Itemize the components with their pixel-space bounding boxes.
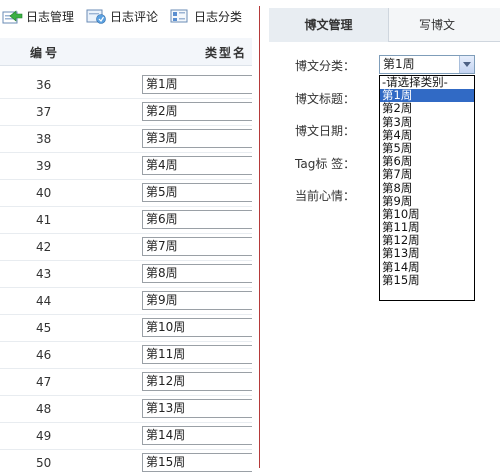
row-number: 44: [36, 294, 52, 308]
blog-editor-panel: 博文管理 写博文 博文分类： 博文标题： 博文日期： Tag标 签： 当前心情：…: [269, 0, 500, 476]
dropdown-option[interactable]: 第15周: [380, 273, 474, 287]
row-number: 39: [36, 159, 52, 173]
row-number: 38: [36, 132, 52, 146]
type-name-input[interactable]: 第8周: [142, 264, 252, 283]
table-row: 36 第1周: [0, 72, 252, 99]
category-table-body: 36 第1周 37 第2周 38 第3周 39 第4周 40 第5周 41 第6周 42 第7周 43 第8周…: [0, 72, 252, 476]
log-comment-icon: [86, 9, 106, 24]
type-name-input[interactable]: 第15周: [142, 453, 252, 472]
log-comment-label: 日志评论: [110, 9, 159, 24]
type-name-input[interactable]: 第14周: [142, 426, 252, 445]
tag-label: Tag标 签：: [295, 157, 356, 171]
log-admin-panel: 日志管理 日志评论 日志分类 编号 类型名 36 第1周 37 第2周 38 第…: [0, 0, 252, 476]
type-name-input[interactable]: 第13周: [142, 399, 252, 418]
table-row: 40 第5周: [0, 180, 252, 207]
date-label: 博文日期：: [295, 124, 356, 138]
table-row: 37 第2周: [0, 99, 252, 126]
table-row: 46 第11周: [0, 342, 252, 369]
table-row: 45 第10周: [0, 315, 252, 342]
table-row: 44 第9周: [0, 288, 252, 315]
log-category-button[interactable]: 日志分类: [170, 7, 242, 25]
row-number: 40: [36, 186, 52, 200]
column-header-number: 编号: [30, 46, 61, 60]
type-name-input[interactable]: 第7周: [142, 237, 252, 256]
dropdown-option[interactable]: 第4周: [380, 128, 474, 142]
row-number: 49: [36, 429, 52, 443]
table-row: 42 第7周: [0, 234, 252, 261]
type-name-input[interactable]: 第10周: [142, 318, 252, 337]
dropdown-option[interactable]: 第13周: [380, 247, 474, 260]
type-name-input[interactable]: 第5周: [142, 183, 252, 202]
table-header: 编号 类型名: [0, 38, 252, 66]
row-number: 41: [36, 213, 52, 227]
dropdown-option[interactable]: 第9周: [380, 194, 474, 208]
type-name-input[interactable]: 第3周: [142, 129, 252, 148]
tab-write-blog[interactable]: 写博文: [419, 8, 500, 42]
type-name-input[interactable]: 第6周: [142, 210, 252, 229]
category-select[interactable]: 第1周: [379, 55, 475, 74]
dropdown-option[interactable]: 第14周: [380, 260, 474, 274]
admin-toolbar: 日志管理 日志评论 日志分类: [0, 0, 252, 34]
tab-blog-manage[interactable]: 博文管理: [269, 8, 389, 42]
type-name-input[interactable]: 第12周: [142, 372, 252, 391]
category-dropdown-list[interactable]: -请选择类别- 第1周 第2周 第3周 第4周 第5周 第6周 第7周 第8周 第9周 第10周 第1…: [379, 75, 475, 301]
table-row: 38 第3周: [0, 126, 252, 153]
panel-divider: [259, 6, 260, 468]
table-row: 48 第13周: [0, 396, 252, 423]
row-number: 45: [36, 321, 52, 335]
type-name-input[interactable]: 第2周: [142, 102, 252, 121]
row-number: 50: [36, 456, 52, 470]
row-number: 42: [36, 240, 52, 254]
table-row: 39 第4周: [0, 153, 252, 180]
log-comment-button[interactable]: 日志评论: [86, 7, 158, 25]
log-manage-label: 日志管理: [26, 9, 75, 24]
log-category-icon: [170, 9, 188, 23]
log-category-label: 日志分类: [194, 9, 243, 24]
tab-bar: 博文管理 写博文: [269, 8, 500, 42]
column-header-type: 类型名: [205, 46, 248, 60]
table-row: 50 第15周: [0, 450, 252, 476]
type-name-input[interactable]: 第1周: [142, 75, 252, 94]
type-name-input[interactable]: 第4周: [142, 156, 252, 175]
row-number: 46: [36, 348, 52, 362]
category-label: 博文分类：: [295, 59, 356, 73]
type-name-input[interactable]: 第11周: [142, 345, 252, 364]
row-number: 37: [36, 105, 52, 119]
dropdown-option[interactable]: 第7周: [380, 168, 474, 181]
dropdown-option[interactable]: 第3周: [380, 115, 474, 129]
table-row: 49 第14周: [0, 423, 252, 450]
category-select-value: 第1周: [383, 57, 415, 71]
table-row: 41 第6周: [0, 207, 252, 234]
log-manage-icon: [2, 10, 23, 24]
mood-label: 当前心情：: [295, 189, 356, 203]
row-number: 48: [36, 402, 52, 416]
row-number: 43: [36, 267, 52, 281]
log-manage-button[interactable]: 日志管理: [2, 7, 74, 25]
dropdown-option[interactable]: 第2周: [380, 102, 474, 115]
title-label: 博文标题：: [295, 92, 356, 106]
table-row: 43 第8周: [0, 261, 252, 288]
type-name-input[interactable]: 第9周: [142, 291, 252, 310]
dropdown-option[interactable]: 第8周: [380, 181, 474, 195]
row-number: 36: [36, 78, 52, 92]
table-row: 47 第12周: [0, 369, 252, 396]
row-number: 47: [36, 375, 52, 389]
chevron-down-icon[interactable]: [459, 56, 474, 73]
